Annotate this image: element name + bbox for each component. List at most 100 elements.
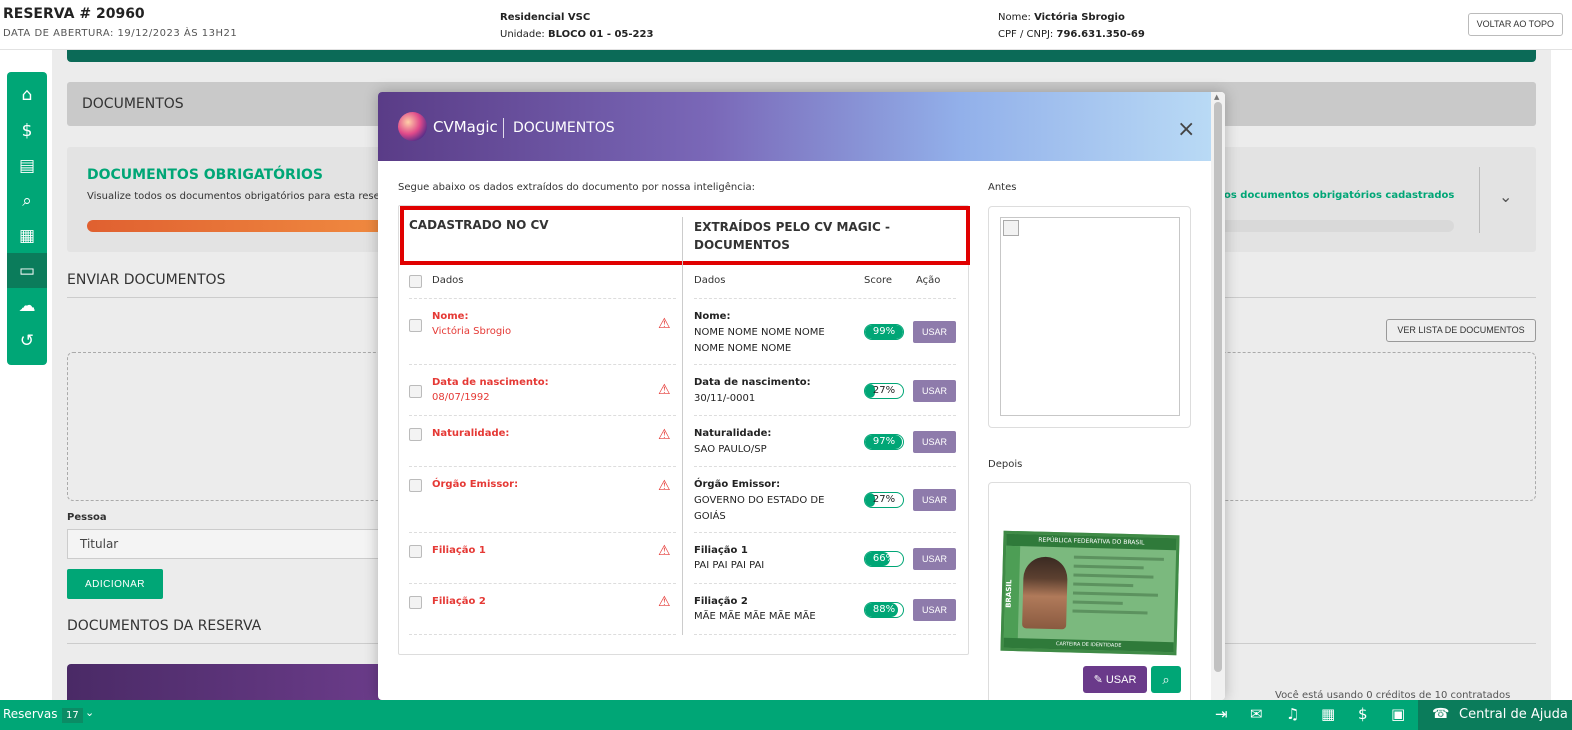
extracted-field-value: GOVERNO DO ESTADO DE GOIÁS [694,495,825,522]
reservation-header: RESERVA # 20960 DATA DE ABERTURA: 19/12/… [0,0,1572,50]
name-label: Nome: [998,12,1031,23]
opening-date: DATA DE ABERTURA: 19/12/2023 ÀS 13H21 [3,28,238,39]
cv-field-label: Filiação 2 [432,596,486,607]
use-extracted-button[interactable]: USAR [913,489,956,511]
row-divider [694,466,956,467]
th-data-right: Dados [694,275,726,286]
brand-name: CVMagic [433,118,498,136]
cvmagic-logo-icon [398,112,427,141]
required-documents-link[interactable]: os documentos obrigatórios cadastrados [1224,190,1454,201]
help-center-button[interactable]: ☎ Central de Ajuda [1418,700,1572,730]
modal-title: DOCUMENTOS [513,120,615,136]
reservations-count-badge: 17 [62,708,83,723]
row-checkbox[interactable] [409,479,422,492]
customer-info: Nome: Victória Sbrogio CPF / CNPJ: 796.6… [998,9,1145,43]
use-extracted-button[interactable]: USAR [913,599,956,621]
person-select[interactable]: Titular [67,529,387,559]
sign-out-icon[interactable]: ⇥ [1215,705,1228,723]
use-extracted-button[interactable]: USAR [913,321,956,343]
col-left-title: CADASTRADO NO CV [409,218,549,232]
use-extracted-button[interactable]: USAR [913,380,956,402]
cpf-value: 796.631.350-69 [1056,29,1145,40]
row-divider [409,298,676,299]
reservations-label[interactable]: Reservas [3,707,57,721]
row-divider [409,466,676,467]
score-badge: 99% [864,324,904,340]
extracted-field-value: NOME NOME NOME NOME NOME NOME NOME [694,327,825,354]
id-card-image: REPÚBLICA FEDERATIVA DO BRASIL BRASIL CA… [1000,530,1180,656]
calculator-icon[interactable]: ▣ [1391,705,1405,723]
use-extracted-button[interactable]: USAR [913,548,956,570]
score-badge: 88% [864,602,904,618]
row-checkbox[interactable] [409,428,422,441]
warning-icon: ⚠ [658,316,671,332]
cvmagic-card [67,664,387,700]
search-icon[interactable]: ⌕ [1151,666,1181,693]
row-checkbox[interactable] [409,385,422,398]
row-checkbox[interactable] [409,319,422,332]
bell-icon[interactable]: ♫ [1286,705,1299,723]
extracted-field-label: Órgão Emissor: [694,479,781,490]
chat-icon[interactable]: ☁ [7,288,47,323]
chevron-down-icon[interactable]: ⌄ [85,706,94,719]
column-divider [682,217,683,635]
home-icon[interactable]: ⌂ [7,77,47,112]
score-badge: 27% [864,492,904,508]
divider [1479,167,1480,233]
use-extracted-button[interactable]: USAR [913,431,956,453]
mail-icon[interactable]: ✉ [1250,705,1263,723]
calendar-icon[interactable]: ▦ [1321,705,1335,723]
extracted-field-label: Filiação 1 [694,545,748,556]
dollar-icon[interactable]: $ [1358,705,1368,723]
cv-field-label: Nome: [432,311,469,322]
score-badge: 97% [864,434,904,450]
required-progress-track [1217,220,1454,232]
chevron-down-icon[interactable]: ⌄ [1499,187,1512,206]
th-action: Ação [916,275,941,286]
scroll-up-icon[interactable]: ▲ [1214,93,1219,101]
cv-field-label: Data de nascimento: [432,377,549,388]
folder-icon[interactable]: ▭ [7,253,47,288]
intro-text: Segue abaixo os dados extraídos do docum… [398,182,756,193]
id-card-footer: CARTEIRA DE IDENTIDADE [1003,637,1174,653]
dollar-icon[interactable]: $ [7,113,47,148]
add-button[interactable]: ADICIONAR [67,569,163,599]
cv-field-label: Órgão Emissor: [432,479,519,490]
row-divider [409,583,676,584]
id-card-photo [1022,556,1068,630]
view-document-list-button[interactable]: VER LISTA DE DOCUMENTOS [1386,319,1536,342]
required-documents-desc: Visualize todos os documentos obrigatóri… [87,191,380,202]
invoice-icon[interactable]: ▤ [7,148,47,183]
document-icon[interactable]: ▦ [7,218,47,253]
use-document-button[interactable]: ✎ USAR [1083,666,1147,693]
extracted-field-value: SAO PAULO/SP [694,444,767,455]
extracted-field-label: Nome: [694,311,731,322]
row-checkbox[interactable] [409,596,422,609]
history-icon[interactable]: ↺ [7,323,47,358]
search-money-icon[interactable]: ⌕ [7,183,47,218]
unit-label: Unidade: [500,29,545,40]
headset-icon: ☎ [1432,706,1450,722]
row-divider [409,532,676,533]
row-checkbox[interactable] [409,545,422,558]
scrollbar-thumb[interactable] [1214,102,1222,672]
edit-icon: ✎ [1093,674,1103,686]
bottom-bar: Reservas 17 ⌄ ⇥ ✉ ♫ ▦ $ ▣ ☎ Central de A… [0,700,1572,730]
warning-icon: ⚠ [658,543,671,559]
after-label: Depois [988,459,1023,470]
row-divider [409,364,676,365]
row-divider [694,364,956,365]
extracted-field-label: Filiação 2 [694,596,748,607]
row-divider [409,415,676,416]
warning-icon: ⚠ [658,427,671,443]
help-center-label: Central de Ajuda [1459,707,1568,722]
select-all-checkbox[interactable] [409,275,422,288]
score-badge: 27% [864,383,904,399]
required-documents-title: DOCUMENTOS OBRIGATÓRIOS [87,167,324,183]
score-badge: 66% [864,551,904,567]
row-divider [694,298,956,299]
close-icon[interactable]: × [1177,117,1195,142]
back-to-top-button[interactable]: VOLTAR AO TOPO [1467,13,1563,36]
cv-field-value: Victória Sbrogio [432,326,512,337]
person-label: Pessoa [67,512,107,523]
